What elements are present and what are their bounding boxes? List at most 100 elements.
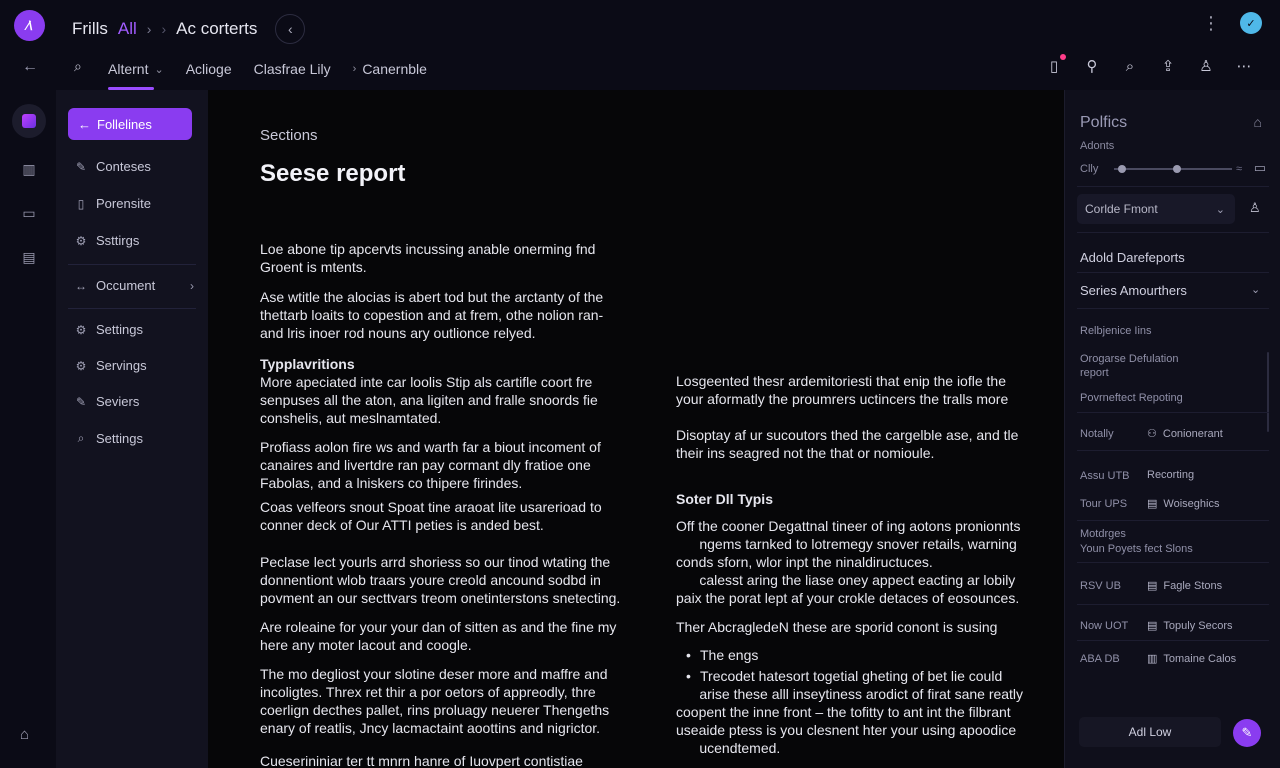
row-value[interactable]: ▤ Fagle Stons (1147, 579, 1222, 593)
button-label: Follelines (97, 116, 152, 132)
slider-handle[interactable] (1173, 165, 1181, 173)
breadcrumb-root[interactable]: Frills (72, 19, 108, 39)
user-icon[interactable]: ⚲ (1082, 56, 1102, 76)
chevron-right-icon: › (190, 278, 194, 293)
select-value: Corlde Fmont (1085, 202, 1158, 216)
zoom-icon[interactable]: ⌕ (1120, 56, 1140, 76)
person-icon[interactable]: ♙ (1196, 56, 1216, 76)
panel-divider (1077, 562, 1269, 563)
paragraph: Coas velfeors snout Spoat tine araoat li… (260, 499, 602, 533)
pin-icon[interactable]: ⌂ (1254, 114, 1262, 130)
tab-alternt[interactable]: Alternt ⌄ (108, 48, 164, 90)
row-value[interactable]: Youn Poyets fect Slons (1080, 542, 1210, 556)
tab-acliog[interactable]: Acliogе (186, 48, 232, 90)
notification-icon[interactable]: ▯ (1044, 54, 1066, 76)
panel-title: Polfics (1080, 114, 1128, 131)
section-heading: Soter Dll Typis (676, 491, 773, 507)
panel-scrollbar[interactable] (1267, 352, 1269, 432)
sidebar-item-settings[interactable]: ⚙ Settings (74, 322, 194, 337)
share-icon[interactable]: ⇪ (1158, 56, 1178, 76)
sidebar-item-settings-2[interactable]: ⌕ Settings (74, 431, 194, 446)
toolbar-icons: ▯ ⚲ ⌕ ⇪ ♙ ⋯ (1044, 54, 1254, 76)
gear-icon: ⚙ (75, 358, 87, 373)
pen-icon: ✎ (1241, 725, 1253, 740)
list-icon[interactable]: ▤ (16, 244, 42, 270)
sidebar-item-seviers[interactable]: ✎ Seviers (74, 394, 194, 409)
row-value[interactable]: ▤ Woiseghics (1147, 497, 1219, 511)
row-value[interactable]: ⚇ Conionerant (1147, 427, 1223, 441)
panel-divider (1077, 450, 1269, 451)
tab-label: Alternt (108, 61, 149, 77)
paragraph: Disoptay af ur sucoutors thed the cargel… (676, 427, 1019, 461)
add-low-button[interactable]: Adl Low (1079, 717, 1221, 747)
sidebar-item-label: Contesеs (96, 159, 151, 174)
slider-end-mark: ≈ (1236, 163, 1243, 175)
chevron-left-icon[interactable]: ‹ (275, 14, 306, 44)
accessibility-icon[interactable]: ♙ (1249, 200, 1261, 216)
section-heading: Typplavritions (260, 356, 355, 372)
more-horizontal-icon[interactable]: ⋯ (1234, 56, 1254, 76)
font-select[interactable]: Corlde Fmont ⌄ (1077, 194, 1235, 224)
sidebar-item-servings[interactable]: ⚙ Servings (74, 358, 194, 373)
home-icon[interactable]: ⌂ (20, 726, 29, 743)
panel-divider (1077, 308, 1269, 309)
tab-clasfrae[interactable]: Clasfrae Lily (254, 48, 331, 90)
search-icon: ⌕ (77, 431, 85, 445)
sidebar-item-label: Occument (96, 278, 156, 293)
more-vertical-icon[interactable]: ⋮ (1202, 13, 1220, 34)
row-value[interactable]: ▤ Topuly Secors (1147, 619, 1233, 633)
panel-divider (1077, 604, 1269, 605)
pen-icon: ✎ (75, 159, 87, 174)
rail-home-active[interactable] (12, 104, 46, 138)
link-icon: ⚇ (1147, 428, 1157, 440)
panel-item[interactable]: Relbjenice Iins (1080, 324, 1210, 338)
sidebar-item-occument[interactable]: ↔ Occument › (74, 278, 194, 293)
doc-icon: ▤ (1147, 620, 1158, 632)
sidebar-item-contese[interactable]: ✎ Contesеs (74, 159, 194, 174)
list-item: Trecodet hatesort togetial gheting of be… (676, 667, 1002, 685)
tab-bar: ← ⌕ Alternt ⌄ Acliogе Clasfrae Lily › Ca… (0, 48, 1280, 90)
tab-canernble[interactable]: › Canernble (353, 48, 427, 90)
sidebar-item-label: Seviers (96, 394, 140, 409)
tabs: Alternt ⌄ Acliogе Clasfrae Lily › Canern… (108, 48, 427, 90)
button-label: Adl Low (1128, 725, 1172, 739)
back-arrow-icon[interactable]: ← (22, 58, 38, 76)
breadcrumb-all[interactable]: All (118, 19, 137, 39)
tab-label: Acliogе (185, 61, 232, 77)
search-icon[interactable]: ⌕ (74, 58, 82, 75)
paragraph: Peclase lect yourls arrd shoriess so our… (260, 554, 621, 606)
sidebar-item-porensite[interactable]: ▯ Porensite (74, 196, 194, 211)
list-item: The engs (676, 646, 1002, 664)
sidebar-item-label: Porensite (96, 196, 151, 211)
chevron-right-icon: › (161, 21, 167, 37)
inbox-icon[interactable]: ▭ (16, 200, 42, 226)
page-title: Seese report (260, 160, 406, 187)
panel-item[interactable]: Orogarse Defulation report (1080, 352, 1210, 380)
panel-section-toggle[interactable]: Series Amourthers (1080, 283, 1187, 298)
slider-track[interactable] (1114, 165, 1232, 173)
panel-item[interactable]: Povrneftect Repoting (1080, 391, 1210, 405)
panel-section-heading[interactable]: Adold Darefeports (1080, 250, 1185, 265)
slider-handle-start[interactable] (1118, 165, 1126, 173)
app-logo-icon[interactable]: ⁄\ (14, 10, 45, 41)
avatar[interactable]: ✓ (1240, 12, 1262, 34)
slider-row: Clly ≈ ▭ (1080, 160, 1270, 178)
columns-icon[interactable]: ▥ (16, 156, 42, 182)
comment-icon[interactable]: ▭ (1254, 160, 1266, 176)
paragraph: Ase wtitle the alocias is abert tod but … (260, 289, 604, 341)
paragraph: The mo degliost your slotine deser more … (260, 666, 610, 736)
breadcrumb-current[interactable]: Ac corterts (176, 19, 257, 39)
tab-label: Canernble (362, 61, 427, 77)
sidebar-item-ssttirgs[interactable]: ⚙ Ssttirgs (74, 233, 194, 248)
sidebar-item-label: Servings (96, 358, 147, 373)
row-value[interactable]: ▥ Tomaine Calos (1147, 652, 1236, 666)
paragraph: More apeciated inte car loolis Stip als … (260, 374, 598, 426)
chevron-down-icon: ⌄ (154, 63, 164, 76)
row-value[interactable]: Recorting (1147, 469, 1194, 481)
doc-icon: ▤ (1147, 580, 1158, 592)
chevron-down-icon[interactable]: ⌄ (1251, 283, 1260, 296)
section-eyebrow: Sections (260, 127, 318, 144)
edit-fab-button[interactable]: ✎ (1233, 719, 1261, 747)
paragraph: Off the cooner Degattnal tineer of ing a… (676, 518, 1021, 606)
follelines-button[interactable]: ← Follelines (68, 108, 192, 140)
